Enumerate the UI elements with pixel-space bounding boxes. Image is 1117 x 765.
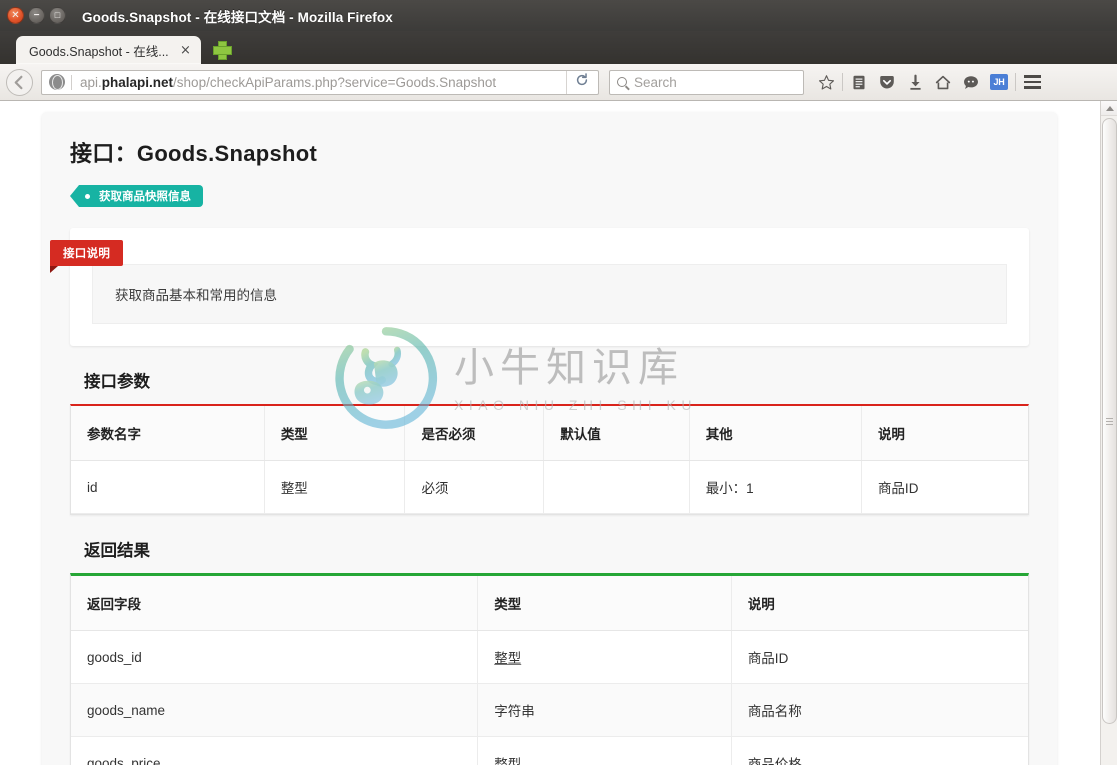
param-name: id [71, 460, 265, 514]
url-text: api.phalapi.net/shop/checkApiParams.php?… [80, 75, 496, 90]
navigation-toolbar: api.phalapi.net/shop/checkApiParams.php?… [0, 64, 1117, 101]
reload-icon[interactable] [566, 70, 596, 94]
result-header-field: 返回字段 [71, 576, 479, 631]
tab-bar: Goods.Snapshot - 在线... × [0, 31, 1117, 64]
url-host: phalapi.net [101, 74, 174, 90]
param-required: 必须 [404, 460, 545, 514]
window-controls: ✕ − □ [0, 7, 66, 24]
back-arrow-icon[interactable] [6, 68, 33, 96]
scroll-thumb[interactable] [1102, 118, 1117, 724]
result-header-type: 类型 [477, 576, 732, 631]
globe-icon [49, 74, 65, 90]
description-panel: 接口说明 获取商品基本和常用的信息 [50, 228, 1029, 346]
ribbon-label: 接口说明 [50, 240, 124, 273]
page-title-name: Goods.Snapshot [136, 141, 318, 166]
result-type-value: 整型 [494, 757, 522, 765]
chat-icon[interactable] [957, 69, 985, 95]
result-type: 字符串 [477, 683, 732, 737]
params-table-wrap: 参数名字 类型 是否必须 默认值 其他 说明 id 整型 必须 最小：1 商品I… [70, 404, 1029, 515]
table-row: id 整型 必须 最小：1 商品ID [71, 460, 1028, 514]
result-table: 返回字段 类型 说明 goods_id 整型 商品ID goods_name 字… [71, 576, 1028, 765]
url-path: /shop/checkApiParams.php?service=Goods.S… [173, 74, 497, 90]
window-close-icon[interactable]: ✕ [7, 7, 24, 24]
table-header-row: 参数名字 类型 是否必须 默认值 其他 说明 [71, 406, 1028, 461]
table-header-row: 返回字段 类型 说明 [71, 576, 1028, 631]
window-titlebar: ✕ − □ Goods.Snapshot - 在线接口文档 - Mozilla … [0, 0, 1117, 31]
table-row: goods_name 字符串 商品名称 [71, 683, 1028, 737]
scroll-up-arrow-icon[interactable] [1101, 101, 1117, 116]
result-desc: 商品ID [731, 630, 1028, 684]
result-type: 整型 [477, 736, 732, 765]
browser-tab[interactable]: Goods.Snapshot - 在线... × [16, 36, 201, 64]
reader-list-icon[interactable] [845, 69, 873, 95]
home-icon[interactable] [929, 69, 957, 95]
search-icon [617, 77, 627, 87]
window-minimize-icon[interactable]: − [28, 7, 45, 24]
param-desc: 商品ID [861, 460, 1028, 514]
result-desc: 商品价格 [731, 736, 1028, 765]
table-row: goods_id 整型 商品ID [71, 630, 1028, 684]
hamburger-menu-icon[interactable] [1018, 69, 1046, 95]
scroll-thumb-grip-icon [1106, 416, 1113, 427]
param-other: 最小：1 [689, 460, 862, 514]
result-type: 整型 [477, 630, 732, 684]
search-input[interactable]: Search [634, 75, 677, 90]
downloads-icon[interactable] [901, 69, 929, 95]
window-maximize-icon[interactable]: □ [49, 7, 66, 24]
browser-window: ✕ − □ Goods.Snapshot - 在线接口文档 - Mozilla … [0, 0, 1117, 765]
description-text: 获取商品基本和常用的信息 [92, 264, 1007, 324]
status-badge: 获取商品快照信息 [70, 185, 203, 207]
result-header-desc: 说明 [731, 576, 1028, 631]
params-header-desc: 说明 [861, 406, 1028, 461]
page-scrollbar[interactable] [1100, 101, 1117, 765]
persona-label: JH [990, 74, 1008, 90]
window-title: Goods.Snapshot - 在线接口文档 - Mozilla Firefo… [82, 9, 393, 25]
url-host-prefix: api. [80, 74, 102, 90]
search-bar[interactable]: Search [609, 69, 804, 95]
tab-close-icon[interactable]: × [178, 43, 193, 58]
params-header-other: 其他 [689, 406, 862, 461]
result-section-title: 返回结果 [84, 542, 150, 560]
page-viewport: 小牛知识库 XIAO NIU ZHI SHI KU 接口：Goods.Snaps… [0, 101, 1117, 765]
result-desc: 商品名称 [731, 683, 1028, 737]
url-divider [71, 74, 72, 90]
api-doc-card: 接口：Goods.Snapshot 获取商品快照信息 接口说明 获取商品基本和常… [42, 112, 1057, 765]
page-title-prefix: 接口： [70, 141, 137, 166]
pocket-icon[interactable] [873, 69, 901, 95]
result-field: goods_price [71, 736, 479, 765]
params-section-title: 接口参数 [84, 373, 150, 391]
toolbar-icons: JH [812, 69, 1046, 95]
param-type: 整型 [264, 460, 406, 514]
table-row: goods_price 整型 商品价格 [71, 736, 1028, 765]
params-header-name: 参数名字 [71, 406, 265, 461]
param-default [543, 460, 690, 514]
persona-account-icon[interactable]: JH [985, 69, 1013, 95]
toolbar-divider [842, 73, 843, 91]
result-type-value: 整型 [494, 651, 522, 666]
address-bar[interactable]: api.phalapi.net/shop/checkApiParams.php?… [41, 69, 599, 95]
badge-label: 获取商品快照信息 [99, 191, 191, 203]
result-field: goods_id [71, 630, 479, 684]
params-header-required: 是否必须 [404, 406, 545, 461]
params-header-default: 默认值 [543, 406, 690, 461]
toolbar-divider-2 [1015, 73, 1016, 91]
new-tab-button[interactable] [211, 39, 233, 61]
page-content: 小牛知识库 XIAO NIU ZHI SHI KU 接口：Goods.Snaps… [0, 101, 1100, 765]
params-header-type: 类型 [264, 406, 406, 461]
result-table-wrap: 返回字段 类型 说明 goods_id 整型 商品ID goods_name 字… [70, 573, 1029, 765]
badge-dot-icon [85, 193, 90, 199]
page-title: 接口：Goods.Snapshot [70, 136, 1029, 168]
params-table: 参数名字 类型 是否必须 默认值 其他 说明 id 整型 必须 最小：1 商品I… [71, 406, 1028, 514]
result-field: goods_name [71, 683, 479, 737]
tab-label: Goods.Snapshot - 在线... [29, 44, 169, 59]
bookmark-star-icon[interactable] [812, 69, 840, 95]
